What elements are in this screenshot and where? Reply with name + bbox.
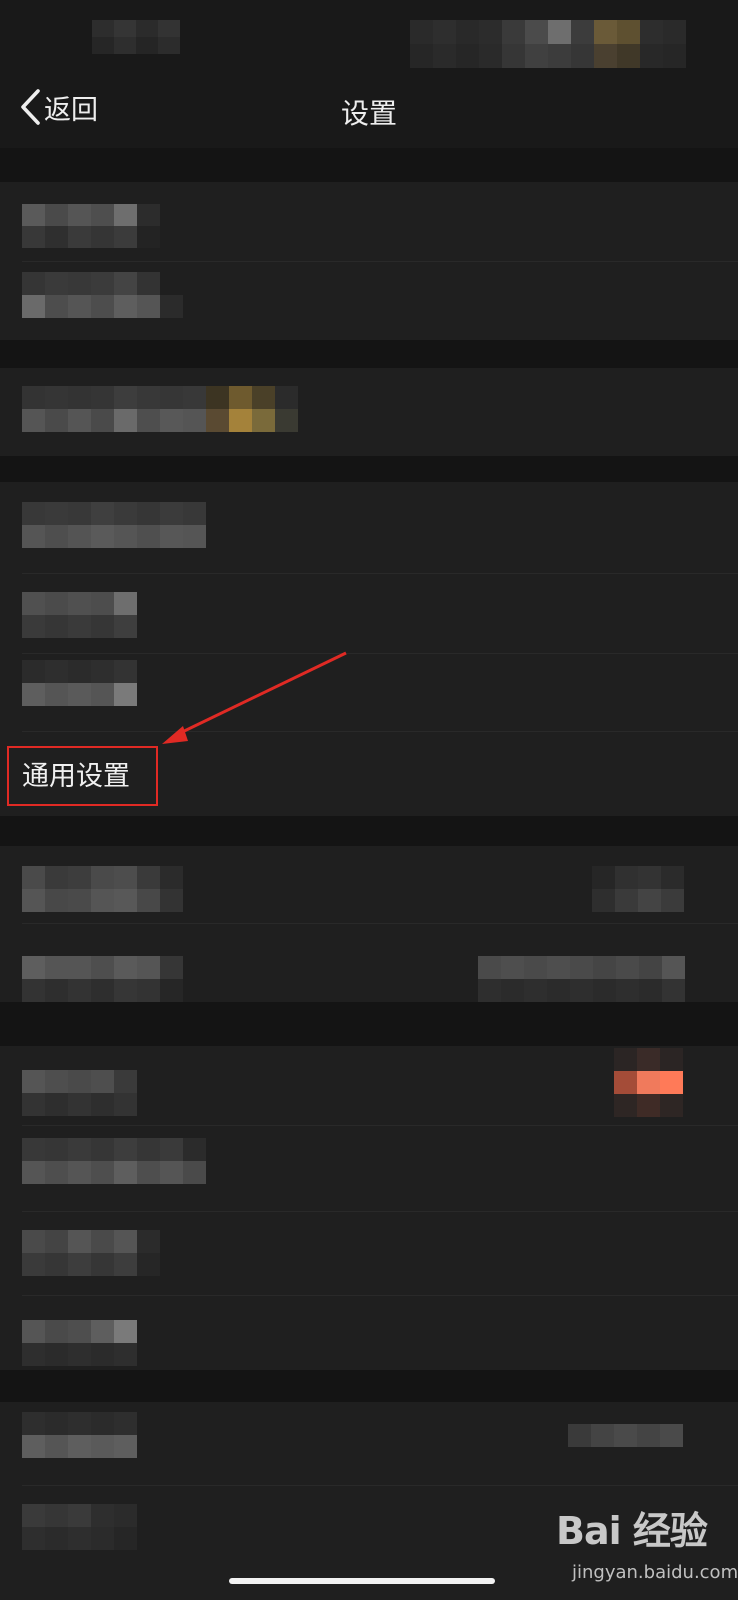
- status-right-pixelated: [410, 20, 686, 68]
- row-label-pixelated: [22, 956, 183, 1002]
- baidu-watermark: Bai 经验 jingyan.baidu.com: [556, 1500, 738, 1600]
- row-label-pixelated: [22, 1138, 206, 1184]
- row-label-pixelated: [22, 502, 206, 548]
- settings-row[interactable]: [0, 182, 738, 262]
- row-label-pixelated: [22, 866, 183, 912]
- settings-row[interactable]: [0, 846, 738, 924]
- row-label-pixelated: [22, 660, 137, 706]
- settings-row[interactable]: [0, 482, 738, 574]
- settings-row[interactable]: [0, 262, 738, 340]
- row-label-pixelated: [22, 1412, 137, 1458]
- section-gap: [0, 816, 738, 846]
- navigation-bar: 返回 设置: [0, 70, 738, 148]
- row-label-pixelated: [22, 1230, 160, 1276]
- status-bar: [0, 0, 738, 70]
- settings-row[interactable]: [0, 924, 738, 1002]
- settings-row[interactable]: [0, 1126, 738, 1212]
- row-value-pixelated: [592, 866, 684, 912]
- settings-row[interactable]: [0, 1046, 738, 1126]
- section-gap: [0, 148, 738, 182]
- section-gap: [0, 456, 738, 482]
- status-left-pixelated: [92, 20, 180, 54]
- watermark-logo: Bai 经验: [556, 1509, 708, 1553]
- notification-badge-pixelated: [614, 1048, 683, 1117]
- settings-row[interactable]: [0, 1402, 738, 1486]
- row-label-pixelated: [22, 204, 160, 248]
- settings-row[interactable]: [0, 368, 738, 456]
- row-label-pixelated: [22, 1504, 137, 1550]
- row-value-pixelated: [478, 956, 685, 1002]
- row-value-pixelated: [568, 1424, 683, 1447]
- page-title: 设置: [340, 97, 397, 130]
- row-label-pixelated: [22, 386, 298, 432]
- highlight-annotation-box: [7, 746, 158, 806]
- settings-row[interactable]: [0, 1212, 738, 1296]
- row-label-pixelated: [22, 1320, 137, 1366]
- row-label-pixelated: [22, 272, 183, 318]
- row-label-pixelated: [22, 1070, 137, 1116]
- section-gap: [0, 340, 738, 368]
- watermark-site: jingyan.baidu.com: [572, 1562, 738, 1583]
- row-label-pixelated: [22, 592, 137, 638]
- settings-row[interactable]: [0, 654, 738, 732]
- settings-row[interactable]: [0, 1296, 738, 1370]
- section-gap: [0, 1370, 738, 1402]
- settings-row[interactable]: [0, 574, 738, 654]
- home-indicator: [229, 1578, 495, 1584]
- section-gap: [0, 1002, 738, 1046]
